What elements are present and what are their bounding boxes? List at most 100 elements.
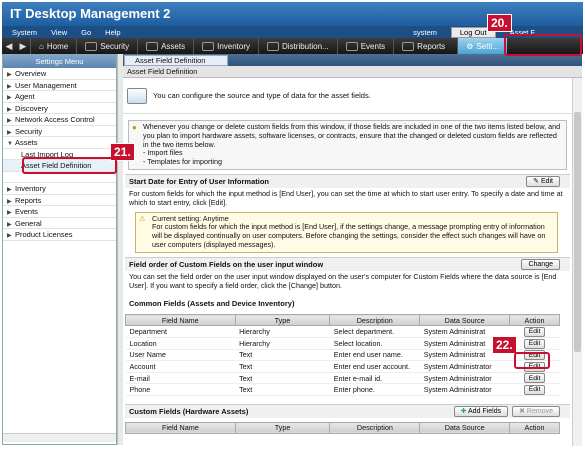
sidebar-item-discovery[interactable]: ▶ Discovery	[3, 103, 116, 114]
intro-row: You can configure the source and type of…	[123, 78, 572, 114]
table-header-row: Field Name Type Description Data Source …	[125, 314, 560, 327]
callout-20: 20.	[487, 14, 512, 32]
col-description[interactable]: Description	[329, 421, 421, 434]
sidebar-item-user-management[interactable]: ▶ User Management	[3, 80, 116, 91]
field-order-title: Field order of Custom Fields on the user…	[129, 259, 324, 269]
col-type[interactable]: Type	[234, 421, 331, 434]
plus-icon: ✚	[460, 408, 467, 416]
sidebar-item-label: General	[15, 218, 42, 228]
edit-button[interactable]: Edit	[523, 373, 546, 383]
data-source-cell: System Administrator	[419, 372, 510, 385]
intro-text: You can configure the source and type of…	[153, 91, 371, 100]
edit-highlight-ring	[514, 352, 550, 369]
tab-home-label: Home	[46, 41, 69, 51]
add-fields-button[interactable]: ✚ Add Fields	[453, 405, 509, 417]
vertical-scrollbar[interactable]	[572, 78, 582, 446]
sidebar-item-general[interactable]: ▶ General	[3, 218, 116, 229]
collapse-arrow-icon: ▼	[7, 141, 13, 147]
tab-events-label: Events	[360, 41, 386, 51]
warning-icon: ⚠	[139, 213, 146, 223]
pencil-icon: ✎	[533, 178, 539, 186]
sidebar-item-label: Security	[15, 126, 43, 136]
description-cell: Enter end user account.	[329, 360, 420, 373]
tab-security-label: Security	[100, 41, 130, 51]
tab-settings[interactable]: ⚙ Setti...	[457, 38, 508, 54]
menu-help[interactable]: Help	[105, 28, 120, 37]
action-cell: Edit	[509, 383, 560, 396]
tab-assets[interactable]: Assets	[137, 38, 193, 54]
tab-distribution[interactable]: Distribution...	[258, 38, 337, 54]
type-cell: Text	[235, 349, 330, 362]
edit-button[interactable]: Edit	[523, 338, 546, 349]
edit-button[interactable]: Edit	[523, 384, 546, 395]
col-type[interactable]: Type	[234, 314, 331, 327]
start-date-title: Start Date for Entry of User Information	[129, 176, 270, 186]
sidebar-item-label: Assets	[15, 138, 38, 147]
menu-go[interactable]: Go	[81, 28, 91, 37]
expand-arrow-icon: ▶	[7, 233, 12, 239]
remove-button[interactable]: ✖ Remove	[512, 405, 560, 417]
sidebar-item-events[interactable]: ▶ Events	[3, 206, 116, 218]
type-cell: Text	[235, 383, 330, 396]
minus-icon: ✖	[519, 408, 525, 416]
tab-settings-label: Setti...	[476, 41, 500, 51]
col-data-source[interactable]: Data Source	[419, 314, 511, 327]
tab-events[interactable]: Events	[336, 38, 393, 54]
sidebar-item-security[interactable]: ▶ Security	[3, 126, 116, 137]
field-order-text: You can set the field order on the user …	[129, 271, 557, 290]
menu-system[interactable]: System	[12, 28, 37, 37]
sidebar-item-label: Inventory	[15, 184, 46, 193]
tab-assets-label: Assets	[161, 41, 186, 51]
type-cell: Text	[235, 372, 330, 385]
action-cell: Edit	[509, 325, 560, 338]
reports-icon	[402, 41, 415, 51]
start-date-section: Start Date for Entry of User Information…	[125, 173, 570, 188]
sidebar-item-label: Product Licenses	[15, 230, 73, 239]
sidebar-item-reports[interactable]: ▶ Reports	[3, 195, 116, 206]
sidebar-item-assets[interactable]: ▼ Assets	[3, 137, 116, 149]
remove-label: Remove	[526, 408, 553, 416]
forward-arrow-icon[interactable]: ▶	[16, 41, 30, 52]
tab-home[interactable]: ⌂ Home	[30, 38, 76, 54]
sidebar-item-label: User Management	[15, 80, 77, 90]
tab-security[interactable]: Security	[76, 38, 137, 54]
type-cell: Hierarchy	[235, 337, 330, 350]
field-name-cell: E-mail	[125, 372, 236, 385]
sidebar-item-network-access-control[interactable]: ▶ Network Access Control	[3, 114, 116, 126]
col-data-source[interactable]: Data Source	[419, 421, 511, 434]
sidebar-item-label: Network Access Control	[15, 115, 95, 124]
tab-asset-field-definition[interactable]: Asset Field Definition	[124, 55, 228, 66]
security-icon	[85, 41, 98, 51]
scrollbar-thumb[interactable]	[574, 112, 581, 352]
menu-view[interactable]: View	[51, 28, 67, 37]
sidebar-item-inventory[interactable]: ▶ Inventory	[3, 183, 116, 195]
description-cell: Enter e-mail id.	[329, 372, 420, 385]
sidebar-item-label: Reports	[15, 195, 42, 205]
home-icon: ⌂	[39, 41, 44, 51]
custom-fields-table: Field Name Type Description Data Source …	[125, 421, 560, 434]
data-source-cell: System Administrator	[419, 360, 510, 373]
assets-icon	[146, 41, 159, 51]
change-button[interactable]: Change	[521, 258, 560, 270]
sidebar-item-overview[interactable]: ▶ Overview	[3, 68, 116, 80]
description-cell: Enter end user name.	[329, 349, 420, 362]
distribution-icon	[267, 41, 280, 51]
custom-fields-title: Custom Fields (Hardware Assets)	[129, 406, 249, 416]
main-tab-label: Asset Field Definition	[135, 56, 206, 65]
sidebar-horizontal-scrollbar[interactable]	[3, 433, 116, 442]
start-date-edit-button[interactable]: ✎ Edit	[526, 175, 560, 187]
sidebar-header: Settings Menu	[3, 55, 116, 68]
back-arrow-icon[interactable]: ◀	[2, 41, 16, 52]
col-action: Action	[509, 421, 560, 434]
tab-inventory[interactable]: Inventory	[193, 38, 258, 54]
common-fields-title: Common Fields (Assets and Device Invento…	[129, 298, 295, 308]
col-field-name[interactable]: Field Name	[125, 421, 236, 434]
type-cell: Hierarchy	[235, 325, 330, 338]
edit-button[interactable]: Edit	[523, 326, 546, 337]
col-description[interactable]: Description	[329, 314, 421, 327]
col-field-name[interactable]: Field Name	[125, 314, 236, 327]
sidebar-item-agent[interactable]: ▶ Agent	[3, 91, 116, 103]
data-source-cell: System Administrator	[419, 383, 510, 396]
tab-reports[interactable]: Reports	[393, 38, 453, 54]
sidebar-item-product-licenses[interactable]: ▶ Product Licenses	[3, 229, 116, 241]
